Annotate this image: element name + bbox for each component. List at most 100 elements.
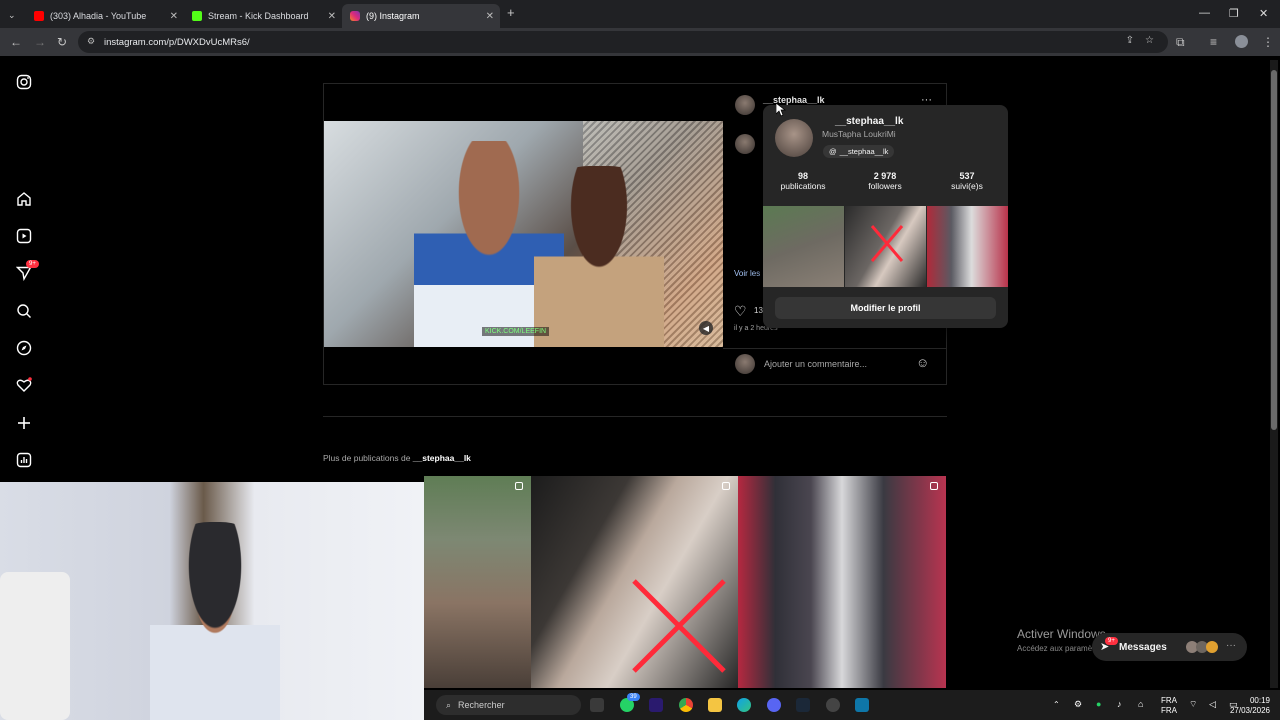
home-icon[interactable]	[14, 189, 34, 209]
stat-value: 2 978	[873, 171, 897, 181]
address-bar[interactable]: ⚙ instagram.com/p/DWXDvUcMRs6/ ⇪ ☆	[78, 31, 1168, 53]
taskbar-search[interactable]: ⌕ Rechercher	[436, 695, 581, 715]
scrollbar-thumb[interactable]	[1271, 70, 1277, 430]
like-heart-icon[interactable]: ♡	[734, 303, 747, 320]
tab-kick[interactable]: Stream - Kick Dashboard ✕	[184, 4, 342, 28]
whatsapp-badge: 39	[627, 693, 640, 701]
profile-post-thumbnail[interactable]	[845, 206, 926, 287]
more-posts-username[interactable]: __stephaa__lk	[413, 453, 471, 463]
webcam-person	[150, 522, 280, 720]
avatar[interactable]	[735, 134, 755, 154]
install-app-icon[interactable]: ⇪	[1126, 35, 1134, 46]
divider	[323, 416, 947, 417]
threads-badge[interactable]: @ __stephaa__lk	[823, 145, 895, 158]
menu-icon[interactable]: ⋮	[1262, 35, 1274, 49]
close-tab-icon[interactable]: ✕	[170, 11, 178, 22]
browser-toolbar: ← → ↻ ⚙ instagram.com/p/DWXDvUcMRs6/ ⇪ ☆…	[0, 28, 1280, 56]
profile-avatar[interactable]	[1235, 35, 1248, 48]
chrome-icon[interactable]	[679, 698, 693, 712]
close-window-icon[interactable]: ✕	[1259, 7, 1268, 20]
messages-bar[interactable]: ➤ 9+ Messages ···	[1092, 633, 1247, 661]
emoji-icon[interactable]: ☺	[916, 355, 929, 370]
threads-handle: __stephaa__lk	[839, 147, 889, 156]
close-tab-icon[interactable]: ✕	[486, 11, 494, 22]
notifications-heart-icon[interactable]	[14, 375, 34, 395]
maximize-icon[interactable]: ❐	[1229, 7, 1239, 20]
extensions-icon[interactable]: ⧉	[1176, 35, 1185, 49]
forward-icon[interactable]: →	[34, 35, 46, 49]
avatar[interactable]	[735, 95, 755, 115]
media-control-icon[interactable]: ≡	[1210, 35, 1217, 49]
avatar	[1206, 641, 1218, 653]
reload-icon[interactable]: ↻	[57, 35, 67, 49]
youtube-icon	[34, 11, 44, 21]
tray-chevron-icon[interactable]: ⌃	[1053, 700, 1060, 709]
search-icon: ⌕	[446, 699, 452, 710]
clock-time[interactable]: 00:19	[1234, 696, 1270, 705]
site-info-icon[interactable]: ⚙	[87, 36, 95, 47]
bookmark-star-icon[interactable]: ☆	[1145, 35, 1154, 46]
carousel-icon	[930, 482, 938, 490]
steam-icon[interactable]	[796, 698, 810, 712]
edit-profile-button[interactable]: Modifier le profil	[775, 297, 996, 319]
minimize-icon[interactable]: —	[1199, 7, 1210, 19]
post-video[interactable]: KICK.COM/LEEFIN ◀	[324, 121, 723, 347]
hovercard-username[interactable]: __stephaa__lk	[835, 116, 903, 127]
close-tab-icon[interactable]: ✕	[328, 11, 336, 22]
instagram-logo-icon[interactable]	[14, 72, 34, 92]
create-plus-icon[interactable]	[14, 413, 34, 433]
tab-instagram[interactable]: (9) Instagram ✕	[342, 4, 500, 28]
webcam-overlay	[0, 482, 424, 720]
more-posts-heading: Plus de publications de __stephaa__lk	[323, 453, 471, 463]
profile-post-thumbnail[interactable]	[763, 206, 844, 287]
url-text: instagram.com/p/DWXDvUcMRs6/	[104, 36, 250, 48]
video-caption: KICK.COM/LEEFIN	[482, 327, 550, 336]
comment-input[interactable]: Ajouter un commentaire...	[764, 359, 867, 369]
post-username[interactable]: __stephaa__lk	[763, 95, 825, 105]
taskbar-search-placeholder: Rechercher	[458, 700, 505, 710]
more-icon: ···	[1226, 640, 1236, 651]
messages-badge: 9+	[1105, 637, 1118, 645]
profile-hover-card: __stephaa__lk MusTapha LoukriMi @ __step…	[763, 105, 1008, 328]
back-icon[interactable]: ←	[10, 35, 22, 49]
direct-messages-icon[interactable]: 9+	[14, 260, 39, 283]
lang-top[interactable]: FRA	[1161, 696, 1177, 705]
profile-post-thumbnail[interactable]	[927, 206, 1008, 287]
network-icon[interactable]: ⌂	[1138, 699, 1143, 709]
edge-icon[interactable]	[737, 698, 751, 712]
tab-title: (303) Alhadia - YouTube	[50, 11, 147, 21]
tray-icon[interactable]: ⚙	[1074, 699, 1082, 710]
scrollbar[interactable]	[1270, 60, 1278, 688]
search-icon[interactable]	[14, 301, 34, 321]
premiere-icon[interactable]	[649, 698, 663, 712]
lang-bottom[interactable]: FRA	[1161, 706, 1177, 715]
grid-post-thumbnail[interactable]	[531, 476, 738, 688]
tray-icon[interactable]: ●	[1096, 699, 1101, 709]
stat-following[interactable]: 537 suivi(e)s	[927, 171, 1007, 191]
wifi-icon[interactable]: ⌔	[1189, 699, 1197, 710]
reels-icon[interactable]	[14, 226, 34, 246]
avatar[interactable]	[775, 119, 813, 157]
app-icon[interactable]	[855, 698, 869, 712]
see-translation-link[interactable]: Voir les	[734, 269, 760, 278]
more-posts-prefix: Plus de publications de	[323, 453, 413, 463]
new-tab-button[interactable]: +	[507, 6, 515, 20]
tab-youtube[interactable]: (303) Alhadia - YouTube ✕	[26, 4, 184, 28]
file-explorer-icon[interactable]	[708, 698, 722, 712]
task-view-icon[interactable]	[590, 698, 604, 712]
grid-post-thumbnail[interactable]	[738, 476, 946, 688]
clock-date[interactable]: 27/03/2026	[1221, 706, 1270, 715]
dashboard-icon[interactable]	[14, 450, 34, 470]
stat-followers[interactable]: 2 978 followers	[845, 171, 925, 191]
volume-icon[interactable]: ◁	[1209, 699, 1216, 710]
explore-icon[interactable]	[14, 338, 34, 358]
obs-icon[interactable]	[826, 698, 840, 712]
mute-icon[interactable]: ◀	[699, 321, 713, 335]
microphone-icon[interactable]: ♪	[1117, 699, 1122, 709]
grid-post-thumbnail[interactable]	[424, 476, 531, 688]
notification-badge: 9+	[26, 260, 39, 268]
mouse-cursor-icon	[776, 103, 786, 117]
discord-icon[interactable]	[767, 698, 781, 712]
browser-tab-bar: ⌄ (303) Alhadia - YouTube ✕ Stream - Kic…	[0, 0, 1280, 28]
tab-search-icon[interactable]: ⌄	[8, 8, 16, 22]
